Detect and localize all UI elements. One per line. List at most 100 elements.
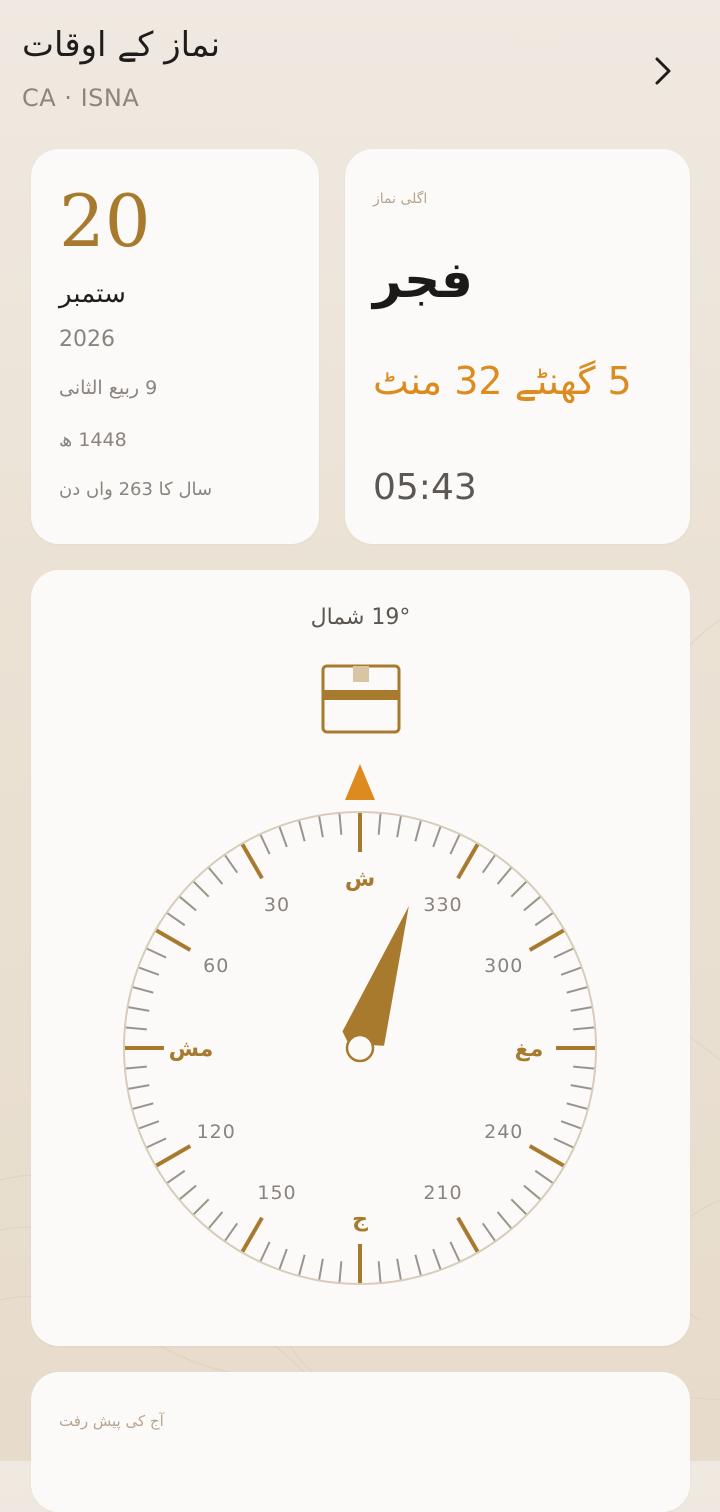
cardinal-east: مش <box>169 1037 214 1062</box>
next-prayer-time: 05:43 <box>373 467 477 508</box>
compass-major-tick <box>528 928 566 952</box>
compass-minor-tick <box>124 1026 147 1031</box>
compass-minor-tick <box>570 1084 593 1090</box>
compass-minor-tick <box>414 819 423 842</box>
compass-minor-tick <box>338 812 343 835</box>
compass-minor-tick <box>573 1065 596 1070</box>
compass-minor-tick <box>207 1211 224 1230</box>
compass-minor-tick <box>481 1222 497 1242</box>
compass-minor-tick <box>560 1120 583 1130</box>
app-header: نماز کے اوقات CA · ISNA <box>0 0 720 130</box>
day-of-year: سال کا 263 واں دن <box>59 479 213 500</box>
year: 2026 <box>59 327 115 352</box>
compass-minor-tick <box>145 1137 167 1149</box>
compass-minor-tick <box>560 966 583 976</box>
date-card: 20 ستمبر 2026 9 ربیع الثانی 1448 ھ سال ک… <box>31 149 319 544</box>
compass-minor-tick <box>192 1198 210 1216</box>
compass-minor-tick <box>396 815 402 838</box>
cardinal-south: ج <box>352 1207 368 1232</box>
compass-minor-tick <box>553 1137 575 1149</box>
progress-label: آج کی پیش رفت <box>59 1412 164 1430</box>
compass-minor-tick <box>223 854 239 874</box>
compass-minor-tick <box>278 825 288 848</box>
qibla-heading: 19° شمال <box>310 605 411 630</box>
compass-minor-tick <box>496 866 513 885</box>
next-prayer-name: فجر <box>373 251 473 309</box>
month-name: ستمبر <box>59 279 126 309</box>
compass-minor-tick <box>432 825 442 848</box>
compass-major-tick <box>456 1216 480 1254</box>
compass-minor-tick <box>137 1120 160 1130</box>
kaaba-icon <box>321 664 401 734</box>
today-progress-card: آج کی پیش رفت <box>31 1372 690 1512</box>
compass-degree-label: 60 <box>203 955 229 977</box>
compass-minor-tick <box>192 880 210 898</box>
page-title: نماز کے اوقات <box>22 25 221 65</box>
next-prayer-card[interactable]: اگلی نماز فجر 5 گھنٹے 32 منٹ 05:43 <box>345 149 690 544</box>
compass-minor-tick <box>259 833 271 855</box>
compass-minor-tick <box>449 1241 461 1263</box>
compass-minor-tick <box>481 854 497 874</box>
compass-minor-tick <box>573 1026 596 1031</box>
qibla-compass-card: 19° شمال ش ج مش مغ 30 60 120 150 210 240 300 33… <box>31 570 690 1346</box>
compass-degree-label: 240 <box>484 1121 523 1143</box>
compass-major-tick <box>528 1144 566 1168</box>
compass-center <box>345 1033 375 1063</box>
compass-minor-tick <box>259 1241 271 1263</box>
compass-minor-tick <box>534 911 554 927</box>
compass-minor-tick <box>449 833 461 855</box>
compass-major-tick <box>240 842 264 880</box>
compass-minor-tick <box>338 1261 343 1284</box>
compass-minor-tick <box>131 1102 154 1111</box>
compass-minor-tick <box>566 1102 589 1111</box>
compass-major-tick <box>154 928 192 952</box>
compass-minor-tick <box>553 947 575 959</box>
compass-minor-tick <box>124 1065 147 1070</box>
compass-degree-label: 30 <box>264 894 290 916</box>
compass-minor-tick <box>570 1006 593 1012</box>
compass-minor-tick <box>131 985 154 994</box>
compass-minor-tick <box>178 1184 197 1201</box>
compass-minor-tick <box>377 1261 382 1284</box>
compass-degree-label: 330 <box>423 894 462 916</box>
location-method-label: CA · ISNA <box>22 84 140 112</box>
chevron-right-icon[interactable] <box>648 56 678 86</box>
next-prayer-label: اگلی نماز <box>373 191 428 207</box>
compass-minor-tick <box>223 1222 239 1242</box>
compass-minor-tick <box>566 985 589 994</box>
hijri-date: 9 ربیع الثانی <box>59 377 158 399</box>
compass-minor-tick <box>278 1248 288 1271</box>
compass-minor-tick <box>510 880 528 898</box>
compass-minor-tick <box>297 819 306 842</box>
compass-minor-tick <box>207 866 224 885</box>
compass-degree-label: 210 <box>423 1182 462 1204</box>
compass-minor-tick <box>297 1254 306 1277</box>
compass-major-tick <box>240 1216 264 1254</box>
compass-degree-label: 150 <box>257 1182 296 1204</box>
compass-minor-tick <box>377 812 382 835</box>
cardinal-north: ش <box>345 867 375 892</box>
compass-minor-tick <box>178 895 197 912</box>
compass-minor-tick <box>534 1169 554 1185</box>
compass-minor-tick <box>510 1198 528 1216</box>
compass-degree-label: 120 <box>197 1121 236 1143</box>
compass-minor-tick <box>145 947 167 959</box>
compass-minor-tick <box>127 1006 150 1012</box>
compass-minor-tick <box>166 911 186 927</box>
compass-minor-tick <box>318 1258 324 1281</box>
day-number: 20 <box>59 179 151 263</box>
hijri-year: 1448 ھ <box>59 429 127 451</box>
compass-minor-tick <box>523 895 542 912</box>
compass-minor-tick <box>396 1258 402 1281</box>
compass-minor-tick <box>496 1211 513 1230</box>
compass-major-tick <box>154 1144 192 1168</box>
compass-minor-tick <box>523 1184 542 1201</box>
compass-degree-label: 300 <box>484 955 523 977</box>
compass-dial: ش ج مش مغ 30 60 120 150 210 240 300 330 <box>123 764 597 1285</box>
cardinal-west: مغ <box>515 1037 544 1062</box>
compass-minor-tick <box>432 1248 442 1271</box>
compass-major-tick <box>456 842 480 880</box>
time-remaining: 5 گھنٹے 32 منٹ <box>373 359 632 403</box>
compass-minor-tick <box>137 966 160 976</box>
compass-minor-tick <box>166 1169 186 1185</box>
